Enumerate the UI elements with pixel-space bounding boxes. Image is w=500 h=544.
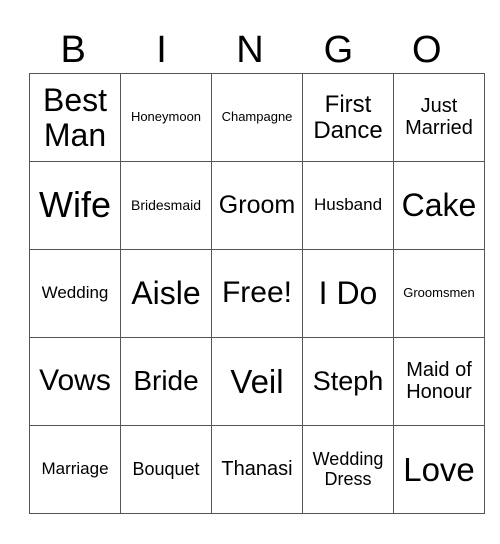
header-letter-i: I: [156, 29, 167, 71]
header-letter-o: O: [411, 29, 442, 71]
bingo-cell[interactable]: Husband: [302, 161, 394, 250]
bingo-cell[interactable]: Bridesmaid: [120, 161, 212, 250]
grid-row: Wife Bridesmaid Groom Husband Cake: [29, 161, 485, 250]
bingo-cell[interactable]: Wedding: [29, 249, 121, 338]
bingo-cell[interactable]: Champagne: [211, 73, 303, 162]
bingo-cell[interactable]: Maid of Honour: [393, 337, 485, 426]
header-letter-b: B: [60, 29, 86, 71]
header-letter-n: N: [236, 29, 264, 71]
bingo-cell[interactable]: Steph: [302, 337, 394, 426]
bingo-cell[interactable]: Love: [393, 425, 485, 514]
bingo-cell[interactable]: Just Married: [393, 73, 485, 162]
grid-row: Vows Bride Veil Steph Maid of Honour: [29, 337, 485, 426]
bingo-cell[interactable]: First Dance: [302, 73, 394, 162]
bingo-cell[interactable]: Honeymoon: [120, 73, 212, 162]
bingo-cell[interactable]: Vows: [29, 337, 121, 426]
bingo-cell[interactable]: Thanasi: [211, 425, 303, 514]
bingo-cell[interactable]: Groomsmen: [393, 249, 485, 338]
bingo-cell[interactable]: Veil: [211, 337, 303, 426]
bingo-cell[interactable]: Bouquet: [120, 425, 212, 514]
bingo-grid: Best Man Honeymoon Champagne First Dance Jus…: [29, 73, 485, 514]
bingo-cell[interactable]: Marriage: [29, 425, 121, 514]
header-letter-g: G: [323, 29, 354, 71]
bingo-cell[interactable]: Wife: [29, 161, 121, 250]
grid-row: Wedding Aisle Free! I Do Groomsmen: [29, 249, 485, 338]
grid-row: Best Man Honeymoon Champagne First Dance Jus…: [29, 73, 485, 162]
bingo-cell[interactable]: Aisle: [120, 249, 212, 338]
bingo-cell[interactable]: Best Man: [29, 73, 121, 162]
bingo-cell[interactable]: Cake: [393, 161, 485, 250]
bingo-header: B I N G O: [29, 28, 471, 72]
bingo-cell[interactable]: Bride: [120, 337, 212, 426]
bingo-cell[interactable]: I Do: [302, 249, 394, 338]
bingo-cell[interactable]: Wedding Dress: [302, 425, 394, 514]
bingo-cell[interactable]: Groom: [211, 161, 303, 250]
grid-row: Marriage Bouquet Thanasi Wedding Dress Love: [29, 425, 485, 514]
bingo-cell[interactable]: Free!: [211, 249, 303, 338]
